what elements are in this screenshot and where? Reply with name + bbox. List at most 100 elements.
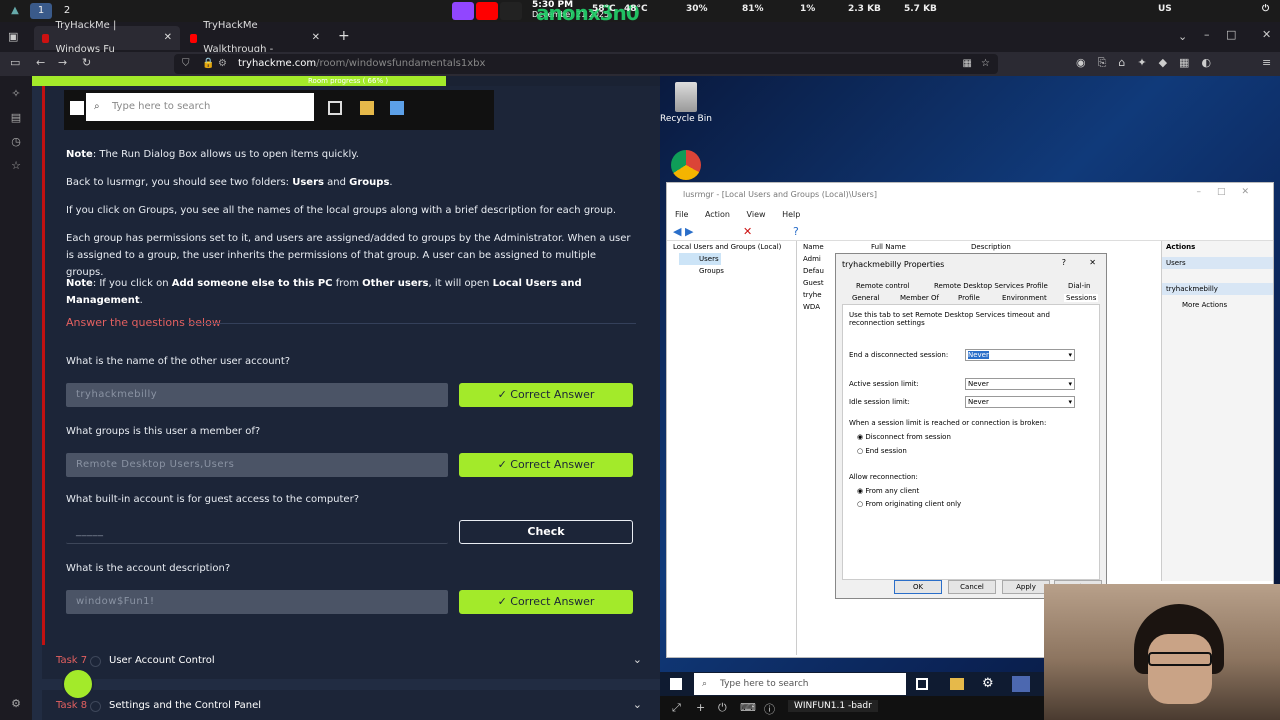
menu-help[interactable]: Help <box>782 210 800 219</box>
settings-gear-icon[interactable]: ⚙ <box>10 698 22 710</box>
taskbar-search-box[interactable]: ⌕ Type here to search <box>694 673 906 695</box>
tab-remote-control[interactable]: Remote control <box>856 282 910 290</box>
task-7-row[interactable]: Task 7 User Account Control ⌄ <box>42 645 660 679</box>
tab-tryhackme[interactable]: TryHackMe | Windows Fu ✕ <box>34 20 180 55</box>
file-explorer-icon[interactable] <box>950 678 964 690</box>
chevron-down-icon[interactable]: ⌄ <box>1178 30 1187 43</box>
keyboard-lang[interactable]: US <box>1158 4 1172 14</box>
sidebar-toggle-icon[interactable]: ▭ <box>10 56 20 69</box>
window-controls[interactable]: –□✕ <box>1196 187 1265 197</box>
menu-icon[interactable]: ≡ <box>1262 56 1271 69</box>
tab-rds-profile[interactable]: Remote Desktop Services Profile <box>934 282 1048 290</box>
note-label: Note <box>66 278 93 289</box>
lusrmgr-taskbar-icon[interactable] <box>1012 676 1030 692</box>
power-icon[interactable]: ⏻ <box>1262 4 1269 14</box>
radio-end-session[interactable]: ○ End session <box>857 447 907 455</box>
tab-dial-in[interactable]: Dial-in <box>1068 282 1090 290</box>
tree-root[interactable]: Local Users and Groups (Local) <box>669 241 796 253</box>
answer-field-1[interactable]: tryhackmebilly <box>66 383 448 407</box>
workspace-1[interactable]: 1 <box>30 3 52 19</box>
forward-button[interactable]: → <box>58 56 67 69</box>
tab-walkthrough[interactable]: TryHackMe Walkthrough - ✕ <box>182 20 328 55</box>
answer-field-3[interactable]: _____ <box>66 520 448 544</box>
tree-groups[interactable]: Groups <box>679 265 796 277</box>
cancel-button[interactable]: Cancel <box>948 580 996 594</box>
chrome-desktop-icon[interactable] <box>660 150 716 182</box>
star-icon[interactable]: ☆ <box>10 160 22 172</box>
radio-any-client[interactable]: ◉ From any client <box>857 487 919 495</box>
settings-icon[interactable]: ⚙ <box>982 676 994 691</box>
close-icon[interactable]: ✕ <box>164 26 172 50</box>
menu-action[interactable]: Action <box>705 210 730 219</box>
windows-start-icon[interactable] <box>670 678 682 690</box>
dialog-help-button[interactable]: ? <box>1062 258 1066 267</box>
end-disconnected-select[interactable]: Never ▾ <box>965 349 1075 361</box>
extension-icons[interactable]: ◉⎘⌂✦◆▦◐ <box>1076 56 1223 70</box>
dialog-close-button[interactable]: ✕ <box>1089 258 1096 267</box>
tab-profile[interactable]: Profile <box>958 294 980 302</box>
new-tab-button[interactable]: + <box>338 28 350 44</box>
tree-users[interactable]: Users <box>679 253 721 265</box>
ai-icon[interactable]: ✧ <box>10 88 22 100</box>
answer-field-2[interactable]: Remote Desktop Users,Users <box>66 453 448 477</box>
list-item[interactable]: Guest <box>803 279 824 287</box>
column-description[interactable]: Description <box>971 243 1011 251</box>
history-icon[interactable]: ◷ <box>10 136 22 148</box>
idle-limit-select[interactable]: Never ▾ <box>965 396 1075 408</box>
plus-icon[interactable]: + <box>696 701 705 714</box>
tab-general[interactable]: General <box>852 294 880 302</box>
address-bar[interactable]: ⛉ 🔒 ⚙ tryhackme.com/room/windowsfundamen… <box>174 54 998 74</box>
chevron-down-icon[interactable]: ⌄ <box>633 698 642 711</box>
close-icon[interactable]: ✕ <box>312 26 320 50</box>
correct-answer-button-4[interactable]: ✓ Correct Answer <box>459 590 633 614</box>
menu-file[interactable]: File <box>675 210 688 219</box>
correct-answer-button-2[interactable]: ✓ Correct Answer <box>459 453 633 477</box>
list-item[interactable]: Defau <box>803 267 824 275</box>
tab-overview-icon[interactable]: ▣ <box>8 30 18 43</box>
reload-button[interactable]: ↻ <box>82 56 91 69</box>
tab-environment[interactable]: Environment <box>1002 294 1047 302</box>
permissions-icon: ⚙ <box>218 58 227 69</box>
recycle-bin-desktop-icon[interactable]: Recycle Bin <box>660 82 716 124</box>
back-button[interactable]: ← <box>36 56 45 69</box>
list-item[interactable]: tryhe <box>803 291 822 299</box>
menu-view[interactable]: View <box>747 210 766 219</box>
ok-button[interactable]: OK <box>894 580 942 594</box>
correct-answer-button-1[interactable]: ✓ Correct Answer <box>459 383 633 407</box>
keyboard-icon[interactable]: ⌨ <box>740 701 756 714</box>
fullscreen-icon[interactable]: ⤢ <box>672 701 681 715</box>
extensions-icon[interactable]: ▦ <box>963 54 972 74</box>
back-icon[interactable]: ◀ <box>673 225 681 238</box>
tab-member-of[interactable]: Member Of <box>900 294 939 302</box>
more-actions[interactable]: More Actions <box>1162 299 1273 311</box>
apply-button[interactable]: Apply <box>1002 580 1050 594</box>
delete-icon[interactable]: ✕ <box>743 225 752 238</box>
help-icon[interactable]: ? <box>793 225 799 238</box>
radio-originating-client[interactable]: ○ From originating client only <box>857 500 961 508</box>
close-window-button[interactable]: ✕ <box>1262 28 1271 41</box>
maximize-button[interactable]: □ <box>1226 28 1236 41</box>
bookmarks-icon[interactable]: ▤ <box>10 112 22 124</box>
radio-disconnect[interactable]: ◉ Disconnect from session <box>857 433 951 441</box>
forward-icon[interactable]: ▶ <box>685 225 693 238</box>
info-icon[interactable]: ⓘ <box>764 701 775 717</box>
note-add-someone: Note: If you click on Add someone else t… <box>66 275 636 309</box>
list-item[interactable]: WDA <box>803 303 820 311</box>
thm-mascot-icon[interactable] <box>62 668 94 700</box>
tab-sessions[interactable]: Sessions <box>1064 294 1099 302</box>
bookmark-star-icon[interactable]: ☆ <box>981 54 990 74</box>
check-button[interactable]: Check <box>459 520 633 544</box>
column-full-name[interactable]: Full Name <box>871 243 906 251</box>
chevron-down-icon[interactable]: ⌄ <box>633 653 642 666</box>
actions-users[interactable]: Users <box>1162 257 1273 269</box>
power-icon[interactable]: ⏻ <box>718 701 727 715</box>
column-name[interactable]: Name <box>803 243 824 251</box>
taskview-icon[interactable] <box>916 678 928 690</box>
answer-field-4[interactable]: window$Fun1! <box>66 590 448 614</box>
list-item[interactable]: Admi <box>803 255 821 263</box>
task-8-row[interactable]: Task 8 Settings and the Control Panel ⌄ <box>42 690 660 720</box>
actions-user[interactable]: tryhackmebilly <box>1162 283 1273 295</box>
desktop-icon-label: Recycle Bin <box>660 114 712 124</box>
active-limit-select[interactable]: Never ▾ <box>965 378 1075 390</box>
minimize-button[interactable]: – <box>1204 28 1210 41</box>
